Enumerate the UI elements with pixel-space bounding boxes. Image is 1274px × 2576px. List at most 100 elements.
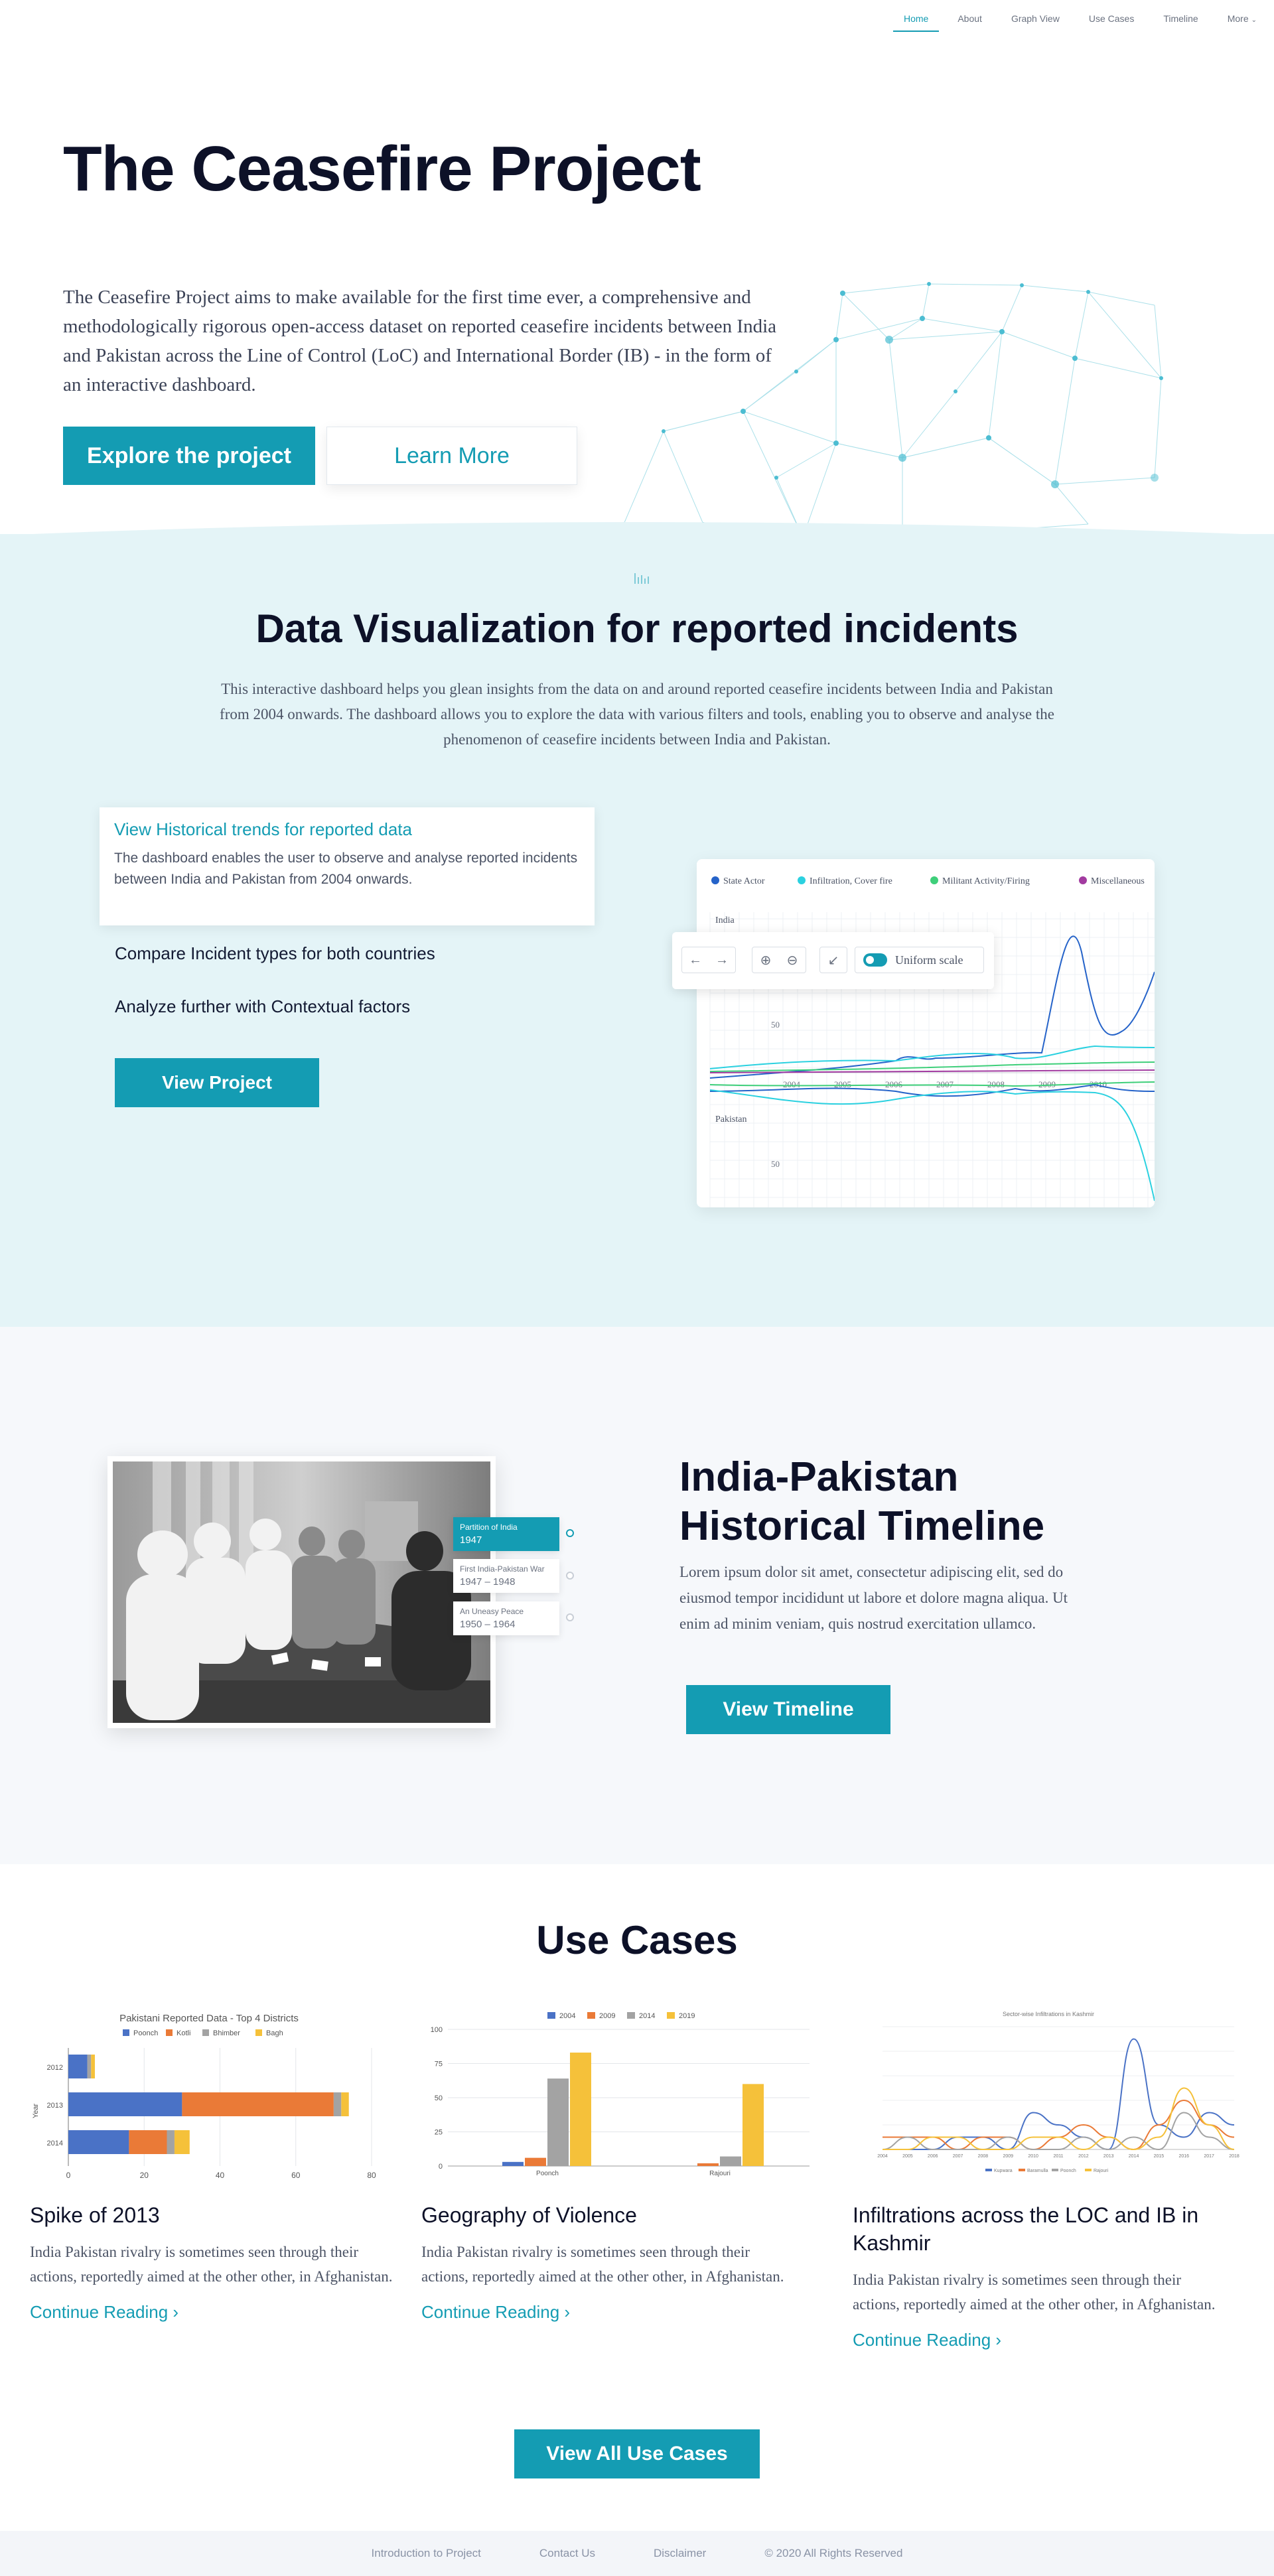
zoom-controls: ⊕ ⊖ — [752, 947, 806, 973]
nav-more[interactable]: More ⌄ — [1228, 7, 1257, 31]
timeline-title-line1: India-Pakistan — [679, 1454, 959, 1500]
timeline-event-card[interactable]: First India-Pakistan War 1947 – 1948 — [453, 1559, 559, 1593]
use-case-chart-geography: 2004 2009 2014 2019 0 25 50 75 100 Poonch Rajouri — [431, 2012, 810, 2177]
y-tick-label: 2012 — [47, 2064, 63, 2072]
bar-segment — [182, 2092, 334, 2116]
legend-swatch — [202, 2029, 209, 2036]
arrow-right-icon[interactable]: → — [709, 947, 735, 973]
x-tick-label: 2007 — [936, 1079, 954, 1089]
feature-title: View Historical trends for reported data — [114, 819, 412, 839]
bar — [570, 2053, 591, 2166]
use-case-card: Sector-wise Infiltrations in Kashmir 2004… — [853, 2007, 1239, 2350]
y-tick-label: 50 — [435, 2094, 443, 2102]
arrow-left-icon[interactable]: ← — [682, 947, 709, 973]
feature-contextual-factors[interactable]: Analyze further with Contextual factors — [115, 996, 410, 1017]
continue-reading-link[interactable]: Continue Reading › — [853, 2330, 1231, 2350]
series-line — [709, 1045, 1155, 1069]
uniform-scale-toggle[interactable]: Uniform scale — [855, 947, 984, 973]
legend-swatch — [166, 2029, 173, 2036]
series-line — [883, 2087, 1235, 2151]
collapse-icon[interactable]: ↙ — [820, 947, 847, 973]
view-project-button[interactable]: View Project — [115, 1058, 319, 1107]
x-tick-label: 2007 — [953, 2154, 963, 2159]
legend-swatch — [123, 2029, 129, 2036]
timeline-event-card[interactable]: Partition of India 1947 — [453, 1517, 559, 1551]
legend-label: 2014 — [639, 2012, 655, 2020]
bar-segment — [87, 2055, 92, 2078]
use-case-description: India Pakistan rivalry is sometimes seen… — [853, 2271, 1216, 2313]
legend-swatch — [587, 2012, 595, 2019]
use-case-chart-districts: Pakistani Reported Data - Top 4 District… — [32, 2013, 376, 2180]
series-line — [709, 1089, 1155, 1201]
timeline-dot[interactable] — [566, 1613, 574, 1621]
nav-graph-view[interactable]: Graph View — [1011, 7, 1060, 31]
bar — [547, 2078, 569, 2166]
y-tick-india: 50 — [771, 1020, 780, 1030]
feature-historical-trends[interactable]: View Historical trends for reported data… — [100, 807, 595, 925]
chart-title: Pakistani Reported Data - Top 4 District… — [119, 2013, 299, 2024]
legend-label: Bhimber — [213, 2029, 240, 2037]
data-viz-description: This interactive dashboard helps you gle… — [220, 681, 1054, 748]
top-navigation: Home About Graph View Use Cases Timeline… — [0, 0, 1274, 46]
x-tick-label: 2012 — [1078, 2154, 1089, 2159]
x-tick-label: 2016 — [1178, 2154, 1189, 2159]
toggle-switch[interactable] — [863, 953, 887, 967]
y-tick-label: 25 — [435, 2129, 443, 2137]
x-tick-label: 2011 — [1053, 2154, 1063, 2159]
legend-label: Poonch — [133, 2029, 158, 2037]
x-tick-label: 80 — [367, 2171, 376, 2180]
legend-label: State Actor — [723, 876, 765, 886]
use-case-description: India Pakistan rivalry is sometimes seen… — [30, 2244, 393, 2285]
legend-swatch — [711, 876, 719, 884]
nav-more-label: More — [1227, 13, 1249, 24]
legend-swatch — [985, 2169, 992, 2171]
bar — [743, 2084, 764, 2166]
timeline-event-card[interactable]: An Uneasy Peace 1950 – 1964 — [453, 1601, 559, 1635]
use-case-title: Geography of Violence — [421, 2203, 637, 2227]
legend-swatch — [667, 2012, 675, 2019]
use-case-chart-infiltrations: Sector-wise Infiltrations in Kashmir 2004… — [877, 2011, 1239, 2173]
nav-timeline[interactable]: Timeline — [1163, 7, 1198, 31]
uniform-scale-label: Uniform scale — [895, 953, 963, 967]
legend-label: Infiltration, Cover fire — [810, 876, 892, 886]
timeline-dot[interactable] — [566, 1572, 574, 1580]
use-case-card: 2004 2009 2014 2019 0 25 50 75 100 Poonch Rajouri … — [421, 2007, 810, 2323]
hero-title: The Ceasefire Project — [63, 133, 701, 204]
footer-link-contact[interactable]: Contact Us — [539, 2547, 595, 2560]
nav-use-cases[interactable]: Use Cases — [1089, 7, 1134, 31]
x-tick-label: 2008 — [978, 2154, 989, 2159]
use-case-card: Pakistani Reported Data - Top 4 District… — [30, 2007, 408, 2323]
timeline-description: Lorem ipsum dolor sit amet, consectetur … — [679, 1564, 1068, 1632]
footer-link-introduction[interactable]: Introduction to Project — [372, 2547, 481, 2560]
panel-label-pakistan: Pakistan — [715, 1115, 746, 1124]
timeline-dot[interactable] — [566, 1529, 574, 1537]
feature-compare-incident-types[interactable]: Compare Incident types for both countrie… — [115, 943, 435, 964]
use-cases-section: Use Cases Pakistani Reported Data - Top … — [0, 1864, 1274, 2531]
bar-segment — [341, 2092, 349, 2116]
view-timeline-button[interactable]: View Timeline — [686, 1685, 890, 1734]
bar-segment — [333, 2092, 342, 2116]
explore-project-button[interactable]: Explore the project — [63, 427, 315, 485]
nav-home[interactable]: Home — [892, 7, 940, 32]
legend-swatch — [1085, 2169, 1092, 2171]
chart-title: Sector-wise Infiltrations in Kashmir — [1003, 2011, 1094, 2017]
continue-reading-link[interactable]: Continue Reading › — [421, 2302, 800, 2323]
x-tick-label: 2004 — [877, 2154, 888, 2159]
continue-reading-link[interactable]: Continue Reading › — [30, 2302, 408, 2323]
legend-label: Kotli — [177, 2029, 190, 2037]
footer-link-disclaimer[interactable]: Disclaimer — [654, 2547, 706, 2560]
zoom-out-icon[interactable]: ⊖ — [779, 947, 806, 973]
zoom-in-icon[interactable]: ⊕ — [752, 947, 779, 973]
use-cases-title: Use Cases — [536, 1918, 738, 1962]
bar — [720, 2156, 741, 2166]
view-all-use-cases-button[interactable]: View All Use Cases — [514, 2429, 760, 2478]
learn-more-button[interactable]: Learn More — [326, 427, 577, 485]
x-tick-label: 2004 — [783, 1079, 801, 1089]
bar-segment — [68, 2130, 129, 2154]
historical-photo — [107, 1456, 496, 1728]
nav-about[interactable]: About — [957, 7, 982, 31]
x-tick-label: Poonch — [536, 2170, 559, 2177]
bar-chart-icon — [634, 573, 649, 584]
legend-label: 2009 — [599, 2012, 615, 2020]
chevron-down-icon: ⌄ — [1251, 17, 1257, 24]
